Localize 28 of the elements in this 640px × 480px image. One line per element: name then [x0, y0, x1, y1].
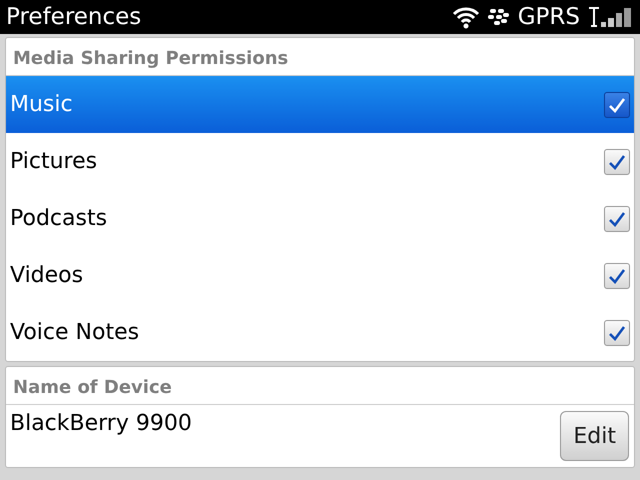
signal-icon: [588, 6, 634, 28]
checkmark-icon: [608, 96, 626, 112]
item-label: Music: [10, 92, 73, 117]
checkbox[interactable]: [604, 148, 630, 174]
permission-item[interactable]: Pictures: [6, 133, 634, 190]
item-label: Pictures: [10, 149, 98, 174]
checkbox[interactable]: [604, 206, 630, 232]
checkmark-icon: [608, 210, 626, 226]
screen-title: Preferences: [6, 4, 142, 30]
checkbox[interactable]: [604, 320, 630, 346]
item-label: Videos: [10, 263, 84, 288]
permission-item[interactable]: Music: [6, 76, 634, 133]
checkmark-icon: [608, 324, 626, 340]
permission-item[interactable]: Podcasts: [6, 190, 634, 247]
item-label: Voice Notes: [10, 320, 140, 345]
permission-item[interactable]: Voice Notes: [6, 304, 634, 361]
checkbox[interactable]: [604, 262, 630, 288]
logo-icon: [488, 8, 510, 26]
permission-item[interactable]: Videos: [6, 247, 634, 304]
network-label: GPRS: [518, 4, 580, 30]
edit-button[interactable]: Edit: [560, 411, 629, 461]
item-label: Podcasts: [10, 206, 108, 231]
checkmark-icon: [608, 268, 626, 284]
device-name: BlackBerry 9900: [10, 411, 192, 438]
section-header: Name of Device: [6, 367, 634, 405]
checkbox[interactable]: [604, 92, 630, 118]
checkmark-icon: [608, 154, 626, 170]
wifi-icon: [452, 5, 480, 29]
